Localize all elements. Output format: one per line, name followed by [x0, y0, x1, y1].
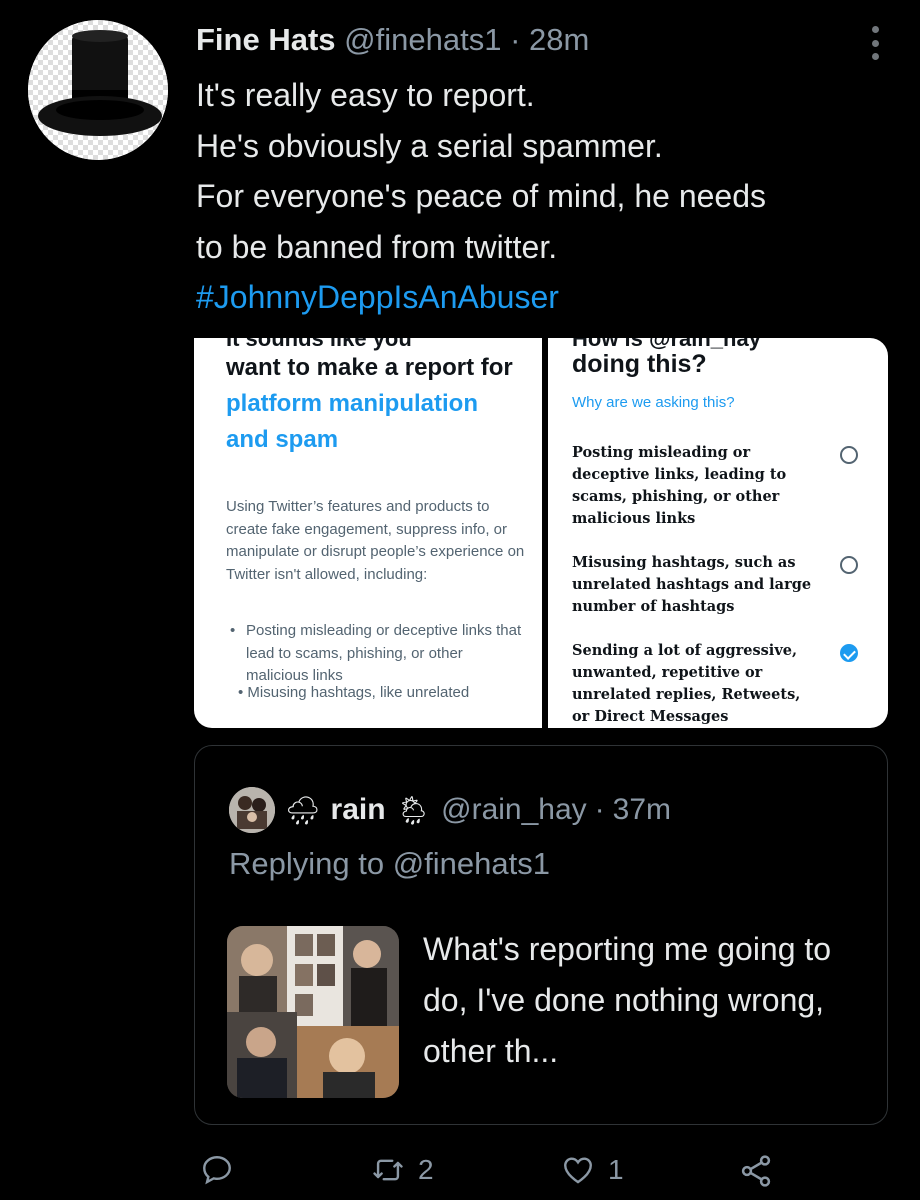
reply-button[interactable] — [200, 1153, 234, 1187]
radio-unchecked-icon — [840, 556, 858, 574]
sun-rain-icon: 🌦 — [395, 793, 432, 827]
like-icon — [564, 1157, 592, 1184]
tweet-text: It's really easy to report. He's obvious… — [196, 70, 886, 323]
retweet-icon — [373, 1159, 403, 1181]
quote-time: 37m — [612, 793, 672, 826]
reply-icon — [203, 1156, 231, 1185]
replying-to: Replying to @finehats1 — [229, 846, 550, 881]
quoted-tweet[interactable]: 🌧 rain 🌦 @rain_hay · 37m Replying to @fi… — [194, 745, 888, 1125]
tweet-line: For everyone's peace of mind, he needs — [196, 178, 766, 214]
report-bullet-list: • Posting misleading or deceptive links … — [230, 620, 528, 701]
report-option: Posting misleading or deceptive links, l… — [572, 444, 787, 527]
tweet-line: It's really easy to report. — [196, 77, 535, 113]
why-asking-link: Why are we asking this? — [572, 394, 735, 411]
author-handle[interactable]: @finehats1 — [344, 22, 501, 57]
quote-avatar — [229, 787, 275, 833]
quote-header: 🌧 rain 🌦 @rain_hay · 37m — [229, 786, 671, 834]
media-image-right[interactable]: How is @rain_hay doing this? Why are we … — [548, 338, 888, 728]
quote-media-thumbnail — [227, 926, 399, 1098]
more-icon[interactable] — [870, 26, 880, 60]
share-button[interactable] — [738, 1153, 774, 1189]
radio-checked-icon — [840, 644, 858, 662]
tweet-time[interactable]: 28m — [529, 22, 589, 57]
quote-author-handle: @rain_hay — [441, 793, 587, 826]
rain-cloud-icon: 🌧 — [285, 793, 321, 827]
like-count: 1 — [608, 1154, 624, 1185]
question-title: doing this? — [572, 350, 707, 378]
report-title: want to make a report for platform manip… — [226, 350, 526, 458]
report-bullet: Posting misleading or deceptive links th… — [246, 622, 522, 684]
author-name[interactable]: Fine Hats — [196, 22, 336, 57]
report-title-plain: want to make a report for — [226, 354, 513, 381]
hashtag-link[interactable]: #JohnnyDeppIsAnAbuser — [196, 272, 886, 323]
radio-unchecked-icon — [840, 446, 858, 464]
tweet-line: to be banned from twitter. — [196, 228, 558, 265]
tweet-action-bar: 2 1 — [0, 1145, 920, 1195]
top-hat-icon — [28, 20, 168, 160]
like-button[interactable]: 1 — [560, 1153, 624, 1187]
tweet-header: Fine Hats @finehats1 · 28m — [196, 22, 589, 58]
separator-dot: · — [510, 22, 521, 57]
report-bullet-cut: • Misusing hashtags, like unrelated — [238, 684, 470, 701]
quote-author-name: rain — [330, 793, 386, 826]
report-title-link: platform manipulation and spam — [226, 390, 478, 453]
quote-text: What's reporting me going to do, I've do… — [423, 931, 832, 1069]
report-option: Sending a lot of aggressive, unwanted, r… — [572, 642, 801, 725]
share-icon — [741, 1155, 771, 1187]
retweet-count: 2 — [418, 1154, 434, 1185]
report-option: Misusing hashtags, such as unrelated has… — [572, 554, 812, 615]
media-image-left[interactable]: It sounds like you want to make a report… — [194, 338, 542, 728]
tweet-media[interactable]: It sounds like you want to make a report… — [194, 338, 888, 728]
retweet-button[interactable]: 2 — [370, 1153, 434, 1187]
tweet-line: He's obviously a serial spammer. — [196, 127, 663, 164]
separator-dot: · — [594, 793, 605, 826]
report-description: Using Twitter’s features and products to… — [226, 498, 525, 583]
author-avatar[interactable] — [28, 20, 168, 160]
